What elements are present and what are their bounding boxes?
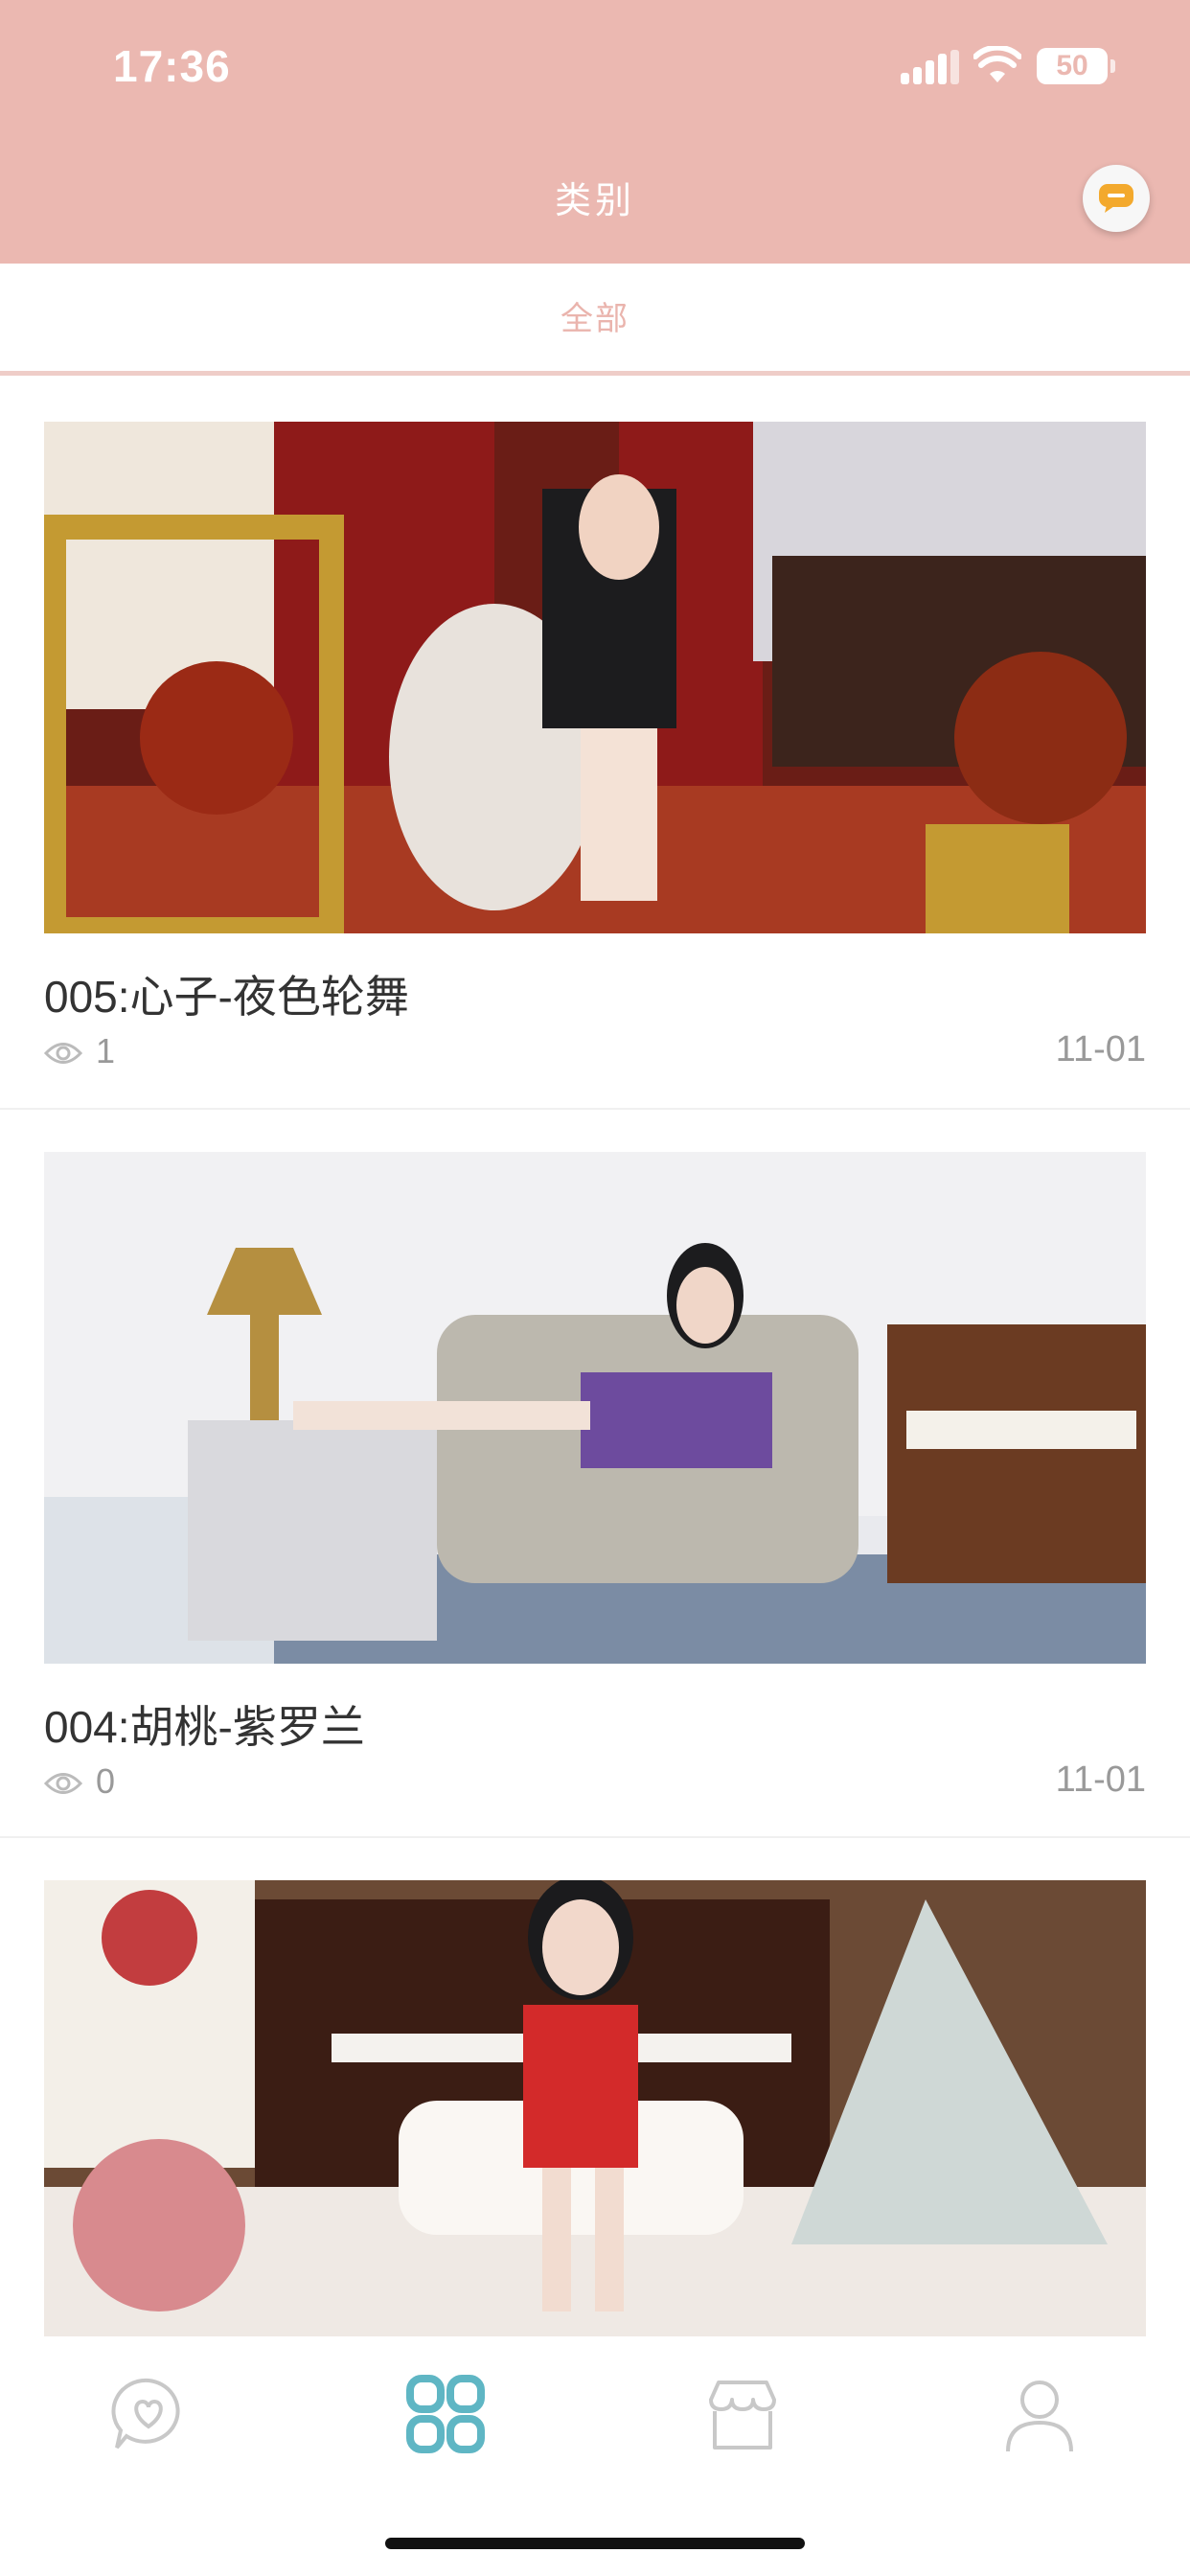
status-time: 17:36 (113, 41, 231, 91)
cellular-signal-icon (901, 50, 959, 84)
battery-icon: 50 (1037, 48, 1108, 84)
category-tabs: 全部 (0, 264, 1190, 376)
tab-shop[interactable] (699, 2371, 786, 2457)
chat-heart-icon (111, 2378, 180, 2450)
profile-icon (1006, 2380, 1073, 2452)
message-bubble-icon (1099, 184, 1133, 213)
view-count-value: 1 (96, 1031, 116, 1070)
home-indicator[interactable] (385, 2538, 805, 2549)
view-count: 0 (43, 1761, 116, 1802)
post-cover-image[interactable] (44, 1152, 1146, 1664)
tab-chat[interactable] (105, 2371, 192, 2457)
message-button[interactable] (1083, 165, 1150, 232)
post-date: 11-01 (1055, 1760, 1146, 1800)
wifi-icon (973, 46, 1021, 82)
post-photo (44, 422, 1146, 933)
grid-icon (406, 2375, 485, 2453)
tab-category[interactable] (402, 2371, 489, 2457)
page-title: 类别 (554, 181, 635, 221)
post-photo (44, 1152, 1146, 1664)
post-cover-image[interactable] (44, 422, 1146, 933)
post-title[interactable]: 004:胡桃-紫罗兰 (44, 1692, 365, 1756)
divider (0, 1836, 1190, 1838)
post-card[interactable]: 005:心子-夜色轮舞 1 11-01 (0, 376, 1190, 1112)
eye-icon (43, 1773, 83, 1795)
tab-all[interactable]: 全部 (0, 292, 1190, 339)
view-count: 1 (43, 1031, 116, 1071)
post-card[interactable] (0, 1840, 1190, 2336)
view-count-value: 0 (96, 1761, 116, 1801)
header: 17:36 50 类别 (0, 0, 1190, 264)
post-date: 11-01 (1055, 1029, 1146, 1070)
post-photo (44, 1880, 1146, 2336)
shop-icon (709, 2380, 776, 2450)
tab-profile[interactable] (996, 2371, 1083, 2457)
eye-icon (43, 1043, 83, 1065)
post-title[interactable]: 005:心子-夜色轮舞 (44, 962, 409, 1025)
post-card[interactable]: 004:胡桃-紫罗兰 0 11-01 (0, 1112, 1190, 1840)
post-cover-image[interactable] (44, 1880, 1146, 2336)
battery-tip (1110, 59, 1115, 73)
divider (0, 1108, 1190, 1110)
